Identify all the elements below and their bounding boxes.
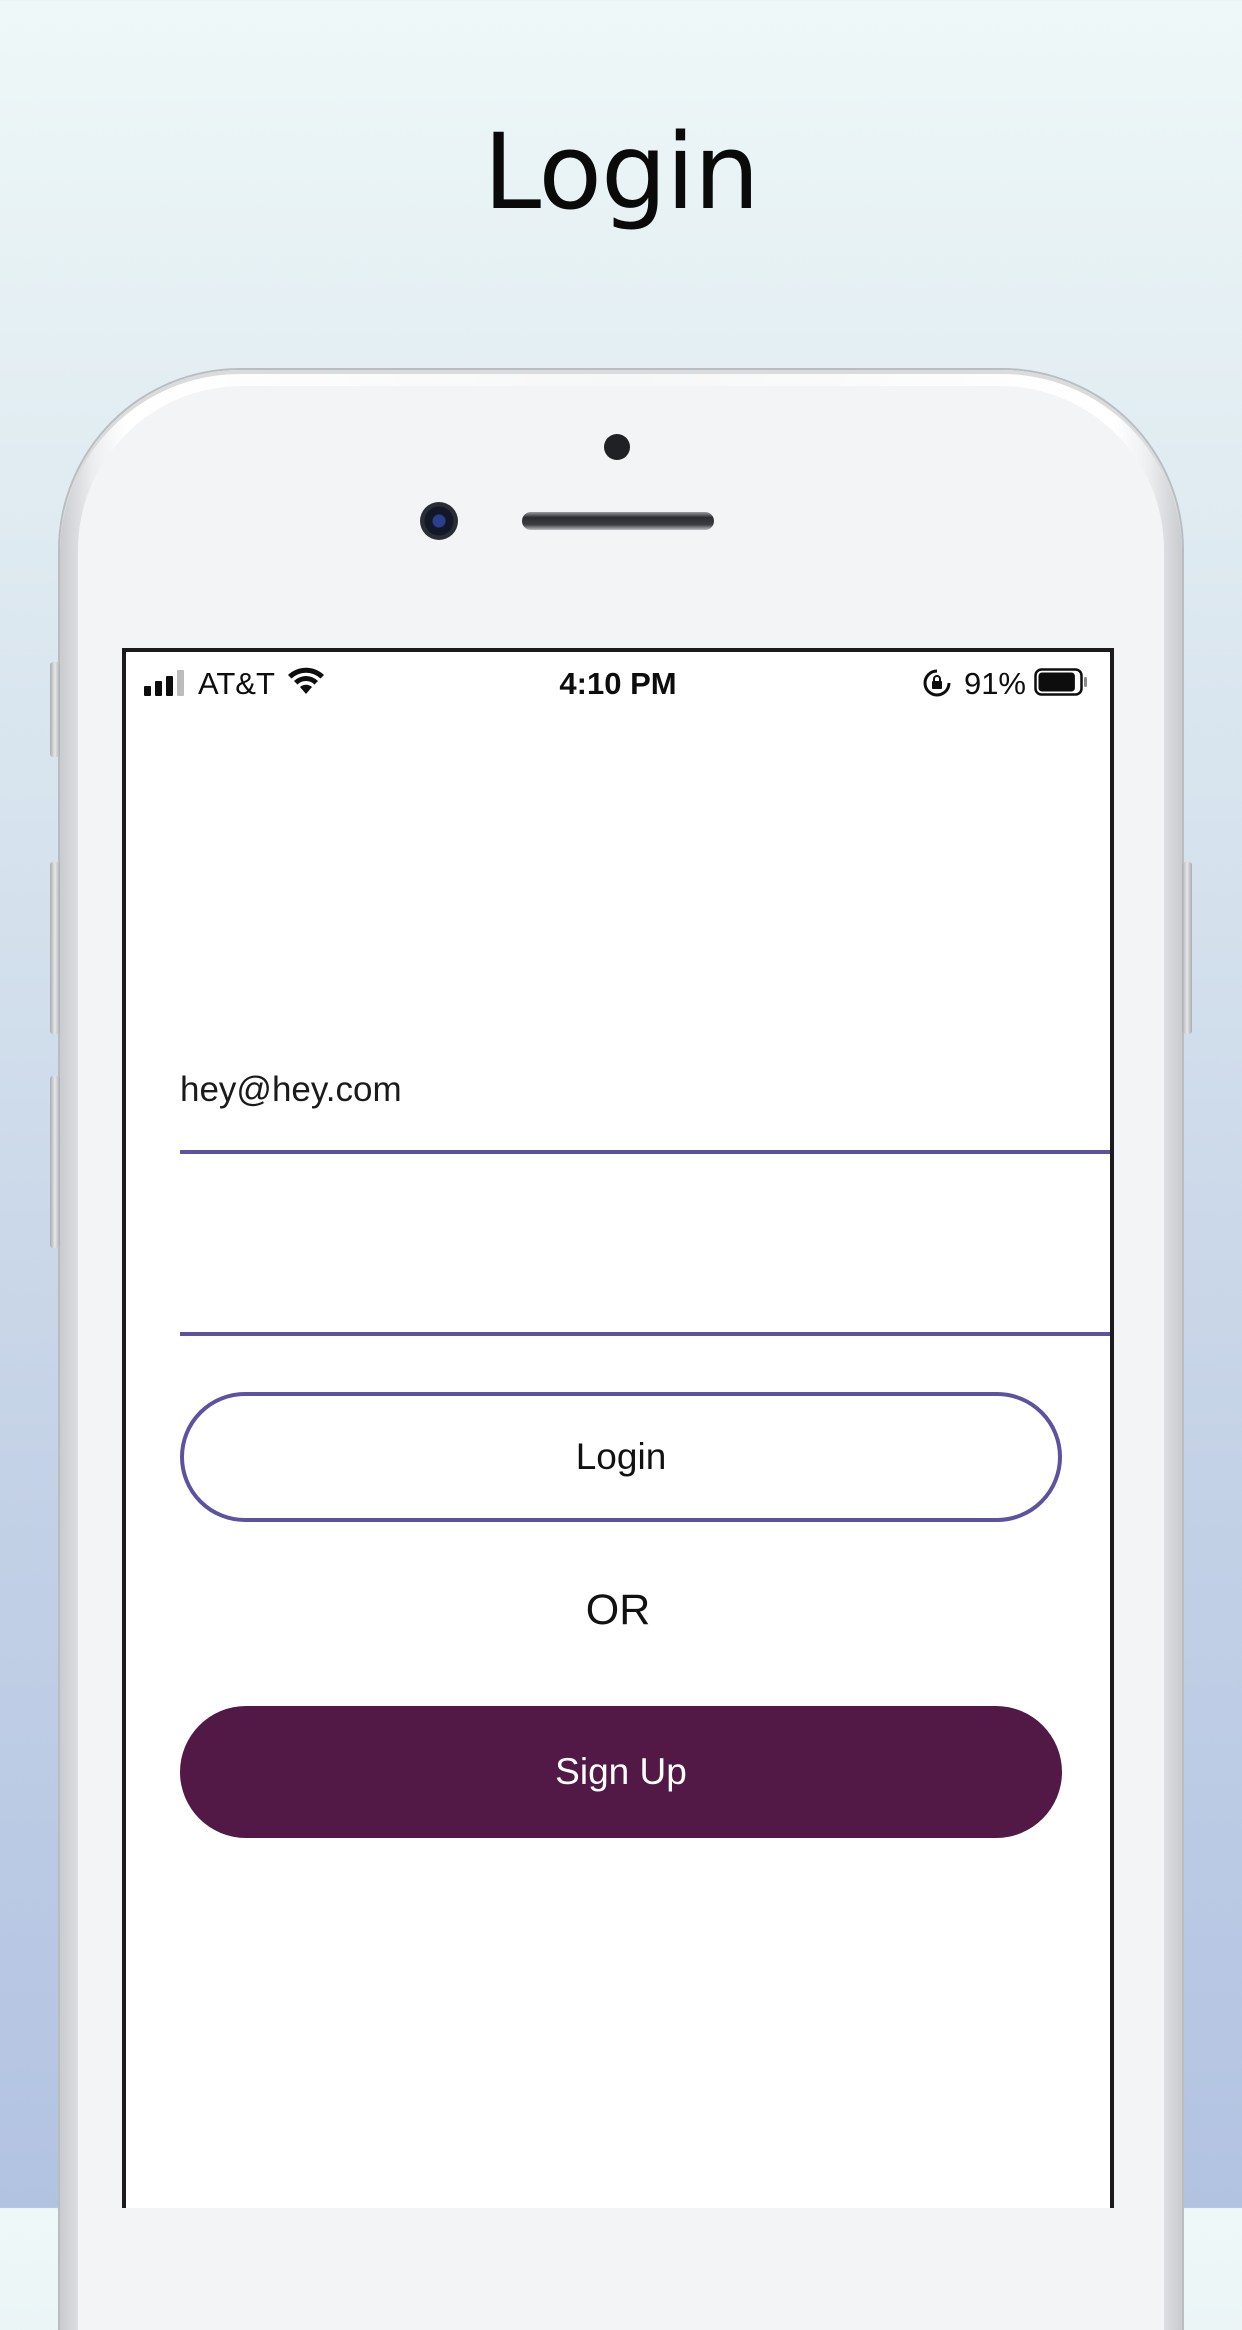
or-separator: OR [585,1586,651,1634]
front-camera [420,502,458,540]
status-bar: AT&T 4:10 PM 91% [126,652,1110,712]
phone-mute-switch [50,662,60,757]
password-field-underline [180,1332,1110,1336]
battery-icon [1034,668,1088,696]
phone-screen: AT&T 4:10 PM 91% hey@hey.com Login OR Si… [122,648,1114,2208]
login-button[interactable]: Login [180,1392,1062,1522]
password-field[interactable] [180,1160,1110,1318]
orientation-lock-icon [922,668,952,706]
front-sensor [604,434,630,460]
email-field-underline [180,1150,1110,1154]
email-field[interactable]: hey@hey.com [180,1070,402,1110]
phone-volume-down [50,1076,60,1248]
sign-up-button[interactable]: Sign Up [180,1706,1062,1838]
phone-volume-up [50,862,60,1034]
earpiece-speaker [522,512,714,530]
status-time: 4:10 PM [559,666,677,701]
promo-headline: Login [483,111,760,233]
phone-power-button [1182,862,1192,1034]
battery-percentage: 91% [963,666,1026,701]
